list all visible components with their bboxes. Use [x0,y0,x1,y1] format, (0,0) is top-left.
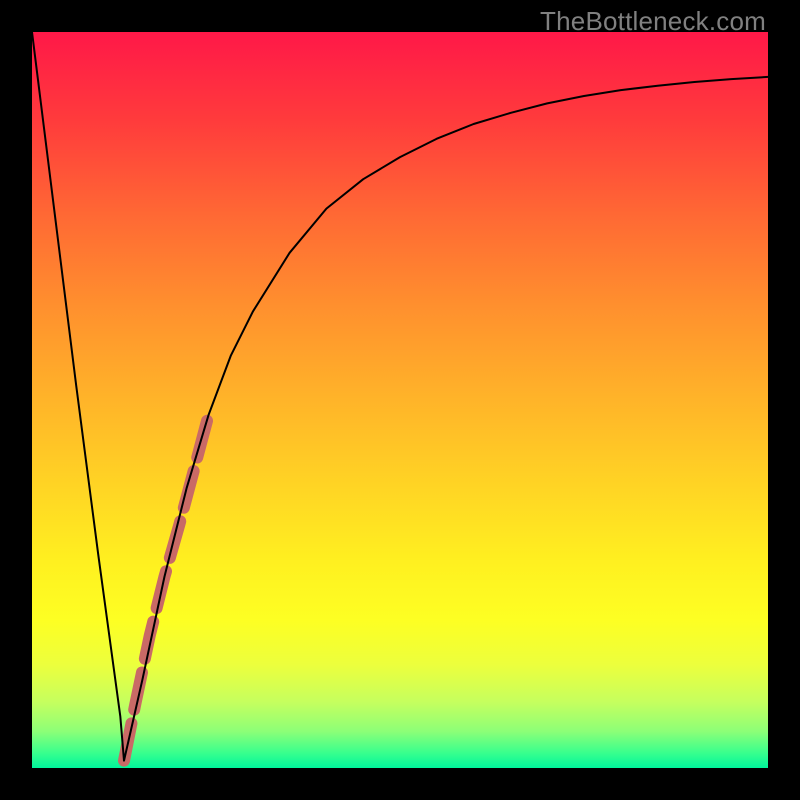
plot-area [32,32,768,768]
chart-container: TheBottleneck.com [0,0,800,800]
chart-svg [32,32,768,768]
